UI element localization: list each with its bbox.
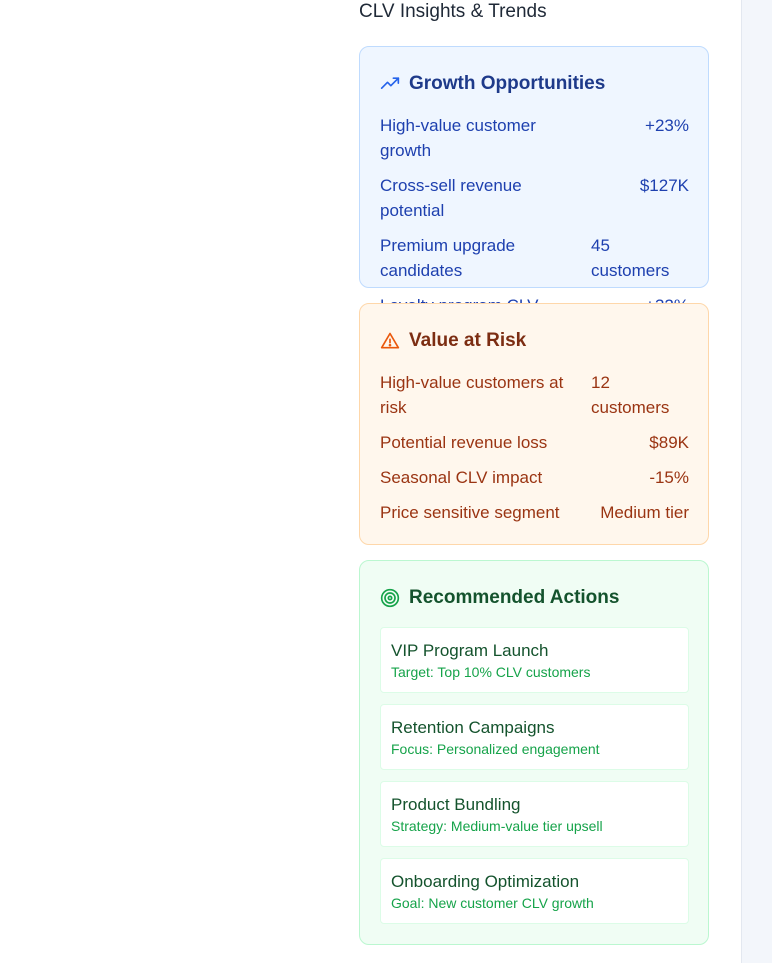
action-title: Product Bundling [391, 795, 521, 814]
metric-row: Premium upgrade candidates 45 customers [380, 233, 689, 283]
growth-opportunities-card: Growth Opportunities High-value customer… [359, 46, 709, 340]
cropped-chart-fragment [168, 0, 228, 2]
action-title: Retention Campaigns [391, 718, 555, 737]
metric-row: Seasonal CLV impact -15% [380, 465, 689, 490]
metric-row: High-value customers at risk 12 customer… [380, 370, 689, 420]
metric-label: Cross-sell revenue potential [380, 176, 522, 220]
action-subtitle: Focus: Personalized engagement [391, 741, 600, 757]
action-title: VIP Program Launch [391, 641, 549, 660]
actions-list: VIP Program Launch Target: Top 10% CLV c… [380, 627, 689, 935]
metric-row: High-value customer growth +23% [380, 113, 689, 163]
metric-value: 12 customers [591, 373, 670, 417]
metric-row: Cross-sell revenue potential $127K [380, 173, 689, 223]
metric-label: Potential revenue loss [380, 433, 548, 452]
actions-card-header: Recommended Actions [380, 587, 619, 609]
metric-value: $89K [649, 433, 689, 452]
action-subtitle: Target: Top 10% CLV customers [391, 664, 591, 680]
value-at-risk-card: Value at Risk High-value customers at ri… [359, 303, 709, 545]
growth-card-title: Growth Opportunities [409, 73, 606, 94]
actions-card-title: Recommended Actions [409, 587, 620, 608]
metric-value: +23% [645, 116, 689, 135]
action-item-vip-program[interactable]: VIP Program Launch Target: Top 10% CLV c… [380, 627, 689, 693]
action-subtitle: Strategy: Medium-value tier upsell [391, 818, 603, 834]
risk-card-header: Value at Risk [380, 330, 526, 352]
warning-triangle-icon [380, 331, 400, 351]
metric-value: 45 customers [591, 236, 670, 280]
metric-row: Potential revenue loss $89K [380, 430, 689, 455]
metric-value: $127K [639, 176, 689, 195]
action-item-product-bundling[interactable]: Product Bundling Strategy: Medium-value … [380, 781, 689, 847]
risk-metrics-list: High-value customers at risk 12 customer… [380, 370, 689, 535]
section-title: CLV Insights & Trends [359, 1, 547, 22]
risk-card-title: Value at Risk [409, 330, 527, 351]
metric-row: Price sensitive segment Medium tier [380, 500, 689, 525]
action-subtitle: Goal: New customer CLV growth [391, 895, 594, 911]
recommended-actions-card: Recommended Actions VIP Program Launch T… [359, 560, 709, 945]
action-item-onboarding-optimization[interactable]: Onboarding Optimization Goal: New custom… [380, 858, 689, 924]
target-icon [380, 588, 400, 608]
metric-label: High-value customers at risk [380, 373, 564, 417]
metric-value: -15% [649, 468, 689, 487]
growth-card-header: Growth Opportunities [380, 73, 605, 95]
metric-label: High-value customer growth [380, 116, 536, 160]
scrollbar-track[interactable] [741, 0, 772, 963]
metric-label: Seasonal CLV impact [380, 468, 543, 487]
metric-label: Premium upgrade candidates [380, 236, 516, 280]
metric-label: Price sensitive segment [380, 503, 560, 522]
trending-up-icon [380, 74, 400, 94]
metric-value: Medium tier [600, 503, 689, 522]
action-item-retention-campaigns[interactable]: Retention Campaigns Focus: Personalized … [380, 704, 689, 770]
action-title: Onboarding Optimization [391, 872, 580, 891]
